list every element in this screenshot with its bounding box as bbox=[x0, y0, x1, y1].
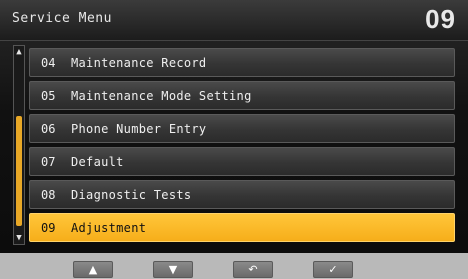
scroll-down-icon[interactable]: ▼ bbox=[14, 233, 24, 243]
scroll-up-icon[interactable]: ▲ bbox=[14, 47, 24, 57]
softkey-bar: ▲ ▼ ↶ ✓ bbox=[0, 253, 468, 279]
menu-item-maintenance-record[interactable]: 04 Maintenance Record bbox=[29, 48, 455, 77]
menu-item-label: Maintenance Record bbox=[71, 55, 207, 70]
menu-item-number: 08 bbox=[41, 187, 56, 202]
arrow-down-icon: ▼ bbox=[168, 263, 178, 276]
menu-item-label: Maintenance Mode Setting bbox=[71, 88, 252, 103]
service-menu-screen: Service Menu 09 ▲ ▼ 04 Maintenance Recor… bbox=[0, 0, 468, 279]
menu-item-diagnostic-tests[interactable]: 08 Diagnostic Tests bbox=[29, 180, 455, 209]
back-icon: ↶ bbox=[248, 263, 258, 276]
ok-button[interactable]: ✓ bbox=[313, 261, 353, 278]
menu-item-default[interactable]: 07 Default bbox=[29, 147, 455, 176]
header-bar: Service Menu 09 bbox=[0, 0, 468, 41]
menu-item-number: 06 bbox=[41, 121, 56, 136]
down-button[interactable]: ▼ bbox=[153, 261, 193, 278]
menu-item-label: Adjustment bbox=[71, 220, 147, 235]
menu-item-number: 07 bbox=[41, 154, 56, 169]
checkmark-icon: ✓ bbox=[328, 263, 338, 276]
menu-item-maintenance-mode-setting[interactable]: 05 Maintenance Mode Setting bbox=[29, 81, 455, 110]
up-button[interactable]: ▲ bbox=[73, 261, 113, 278]
page-title: Service Menu bbox=[12, 11, 112, 26]
menu-item-label: Phone Number Entry bbox=[71, 121, 207, 136]
scroll-thumb[interactable] bbox=[16, 116, 22, 226]
back-button[interactable]: ↶ bbox=[233, 261, 273, 278]
page-number: 09 bbox=[425, 4, 456, 34]
menu-item-phone-number-entry[interactable]: 06 Phone Number Entry bbox=[29, 114, 455, 143]
menu-item-adjustment[interactable]: 09 Adjustment bbox=[29, 213, 455, 242]
arrow-up-icon: ▲ bbox=[88, 263, 98, 276]
menu-item-label: Default bbox=[71, 154, 124, 169]
menu-item-number: 09 bbox=[41, 220, 56, 235]
scrollbar[interactable]: ▲ ▼ bbox=[13, 45, 25, 245]
service-menu-list: 04 Maintenance Record 05 Maintenance Mod… bbox=[29, 48, 455, 246]
menu-item-number: 04 bbox=[41, 55, 56, 70]
menu-item-label: Diagnostic Tests bbox=[71, 187, 192, 202]
menu-item-number: 05 bbox=[41, 88, 56, 103]
